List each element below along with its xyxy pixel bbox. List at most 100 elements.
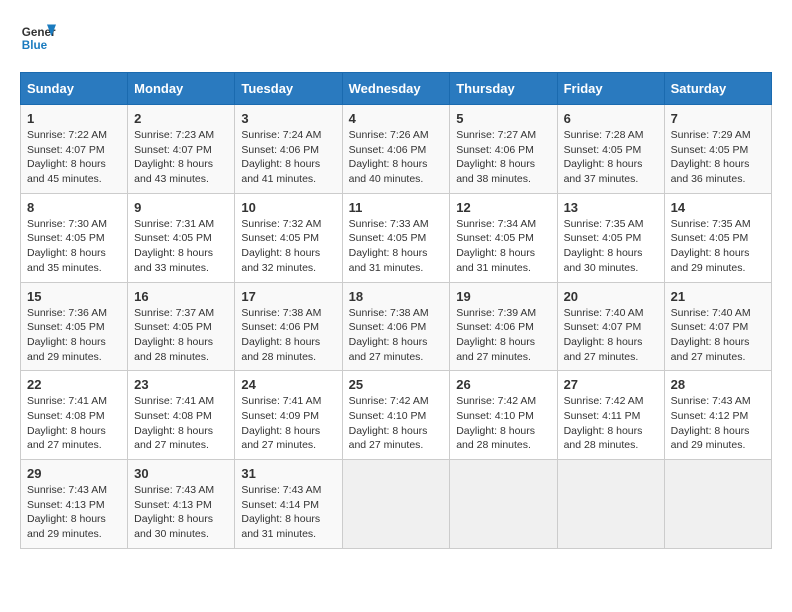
day-info: Sunrise: 7:42 AMSunset: 4:10 PMDaylight:… bbox=[349, 394, 444, 453]
header-day: Saturday bbox=[664, 73, 771, 105]
day-number: 1 bbox=[27, 111, 121, 126]
day-info: Sunrise: 7:30 AMSunset: 4:05 PMDaylight:… bbox=[27, 217, 121, 276]
calendar-day-cell: 6 Sunrise: 7:28 AMSunset: 4:05 PMDaylight… bbox=[557, 105, 664, 194]
day-number: 16 bbox=[134, 289, 228, 304]
calendar-day-cell: 9 Sunrise: 7:31 AMSunset: 4:05 PMDaylight… bbox=[128, 193, 235, 282]
calendar-day-cell: 18 Sunrise: 7:38 AMSunset: 4:06 PMDayligh… bbox=[342, 282, 450, 371]
logo-icon: General Blue bbox=[20, 20, 56, 56]
day-number: 7 bbox=[671, 111, 765, 126]
day-info: Sunrise: 7:34 AMSunset: 4:05 PMDaylight:… bbox=[456, 217, 550, 276]
day-info: Sunrise: 7:32 AMSunset: 4:05 PMDaylight:… bbox=[241, 217, 335, 276]
calendar-day-cell: 29Sunrise: 7:43 AMSunset: 4:13 PMDayligh… bbox=[21, 460, 128, 549]
day-number: 13 bbox=[564, 200, 658, 215]
calendar-day-cell: 17 Sunrise: 7:38 AMSunset: 4:06 PMDayligh… bbox=[235, 282, 342, 371]
day-info: Sunrise: 7:43 AMSunset: 4:13 PMDaylight:… bbox=[27, 483, 121, 542]
calendar-day-cell: 11Sunrise: 7:33 AMSunset: 4:05 PMDayligh… bbox=[342, 193, 450, 282]
calendar-day-cell bbox=[664, 460, 771, 549]
day-number: 23 bbox=[134, 377, 228, 392]
day-info: Sunrise: 7:43 AMSunset: 4:14 PMDaylight:… bbox=[241, 483, 335, 542]
day-number: 28 bbox=[671, 377, 765, 392]
day-info: Sunrise: 7:40 AMSunset: 4:07 PMDaylight:… bbox=[564, 306, 658, 365]
calendar-day-cell: 4 Sunrise: 7:26 AMSunset: 4:06 PMDaylight… bbox=[342, 105, 450, 194]
day-number: 17 bbox=[241, 289, 335, 304]
calendar-table: SundayMondayTuesdayWednesdayThursdayFrid… bbox=[20, 72, 772, 549]
calendar-week-row: 1Sunrise: 7:22 AMSunset: 4:07 PMDaylight… bbox=[21, 105, 772, 194]
calendar-week-row: 29Sunrise: 7:43 AMSunset: 4:13 PMDayligh… bbox=[21, 460, 772, 549]
day-number: 18 bbox=[349, 289, 444, 304]
calendar-day-cell: 13Sunrise: 7:35 AMSunset: 4:05 PMDayligh… bbox=[557, 193, 664, 282]
day-info: Sunrise: 7:38 AMSunset: 4:06 PMDaylight:… bbox=[349, 306, 444, 365]
header-day: Thursday bbox=[450, 73, 557, 105]
calendar-day-cell: 21Sunrise: 7:40 AMSunset: 4:07 PMDayligh… bbox=[664, 282, 771, 371]
day-number: 19 bbox=[456, 289, 550, 304]
day-info: Sunrise: 7:36 AMSunset: 4:05 PMDaylight:… bbox=[27, 306, 121, 365]
calendar-header: SundayMondayTuesdayWednesdayThursdayFrid… bbox=[21, 73, 772, 105]
day-number: 2 bbox=[134, 111, 228, 126]
day-info: Sunrise: 7:37 AMSunset: 4:05 PMDaylight:… bbox=[134, 306, 228, 365]
header-row: SundayMondayTuesdayWednesdayThursdayFrid… bbox=[21, 73, 772, 105]
day-number: 14 bbox=[671, 200, 765, 215]
day-info: Sunrise: 7:41 AMSunset: 4:08 PMDaylight:… bbox=[134, 394, 228, 453]
day-number: 10 bbox=[241, 200, 335, 215]
day-number: 21 bbox=[671, 289, 765, 304]
calendar-week-row: 22 Sunrise: 7:41 AMSunset: 4:08 PMDayligh… bbox=[21, 371, 772, 460]
day-number: 15 bbox=[27, 289, 121, 304]
day-info: Sunrise: 7:26 AMSunset: 4:06 PMDaylight:… bbox=[349, 128, 444, 187]
calendar-day-cell: 20Sunrise: 7:40 AMSunset: 4:07 PMDayligh… bbox=[557, 282, 664, 371]
calendar-week-row: 15 Sunrise: 7:36 AMSunset: 4:05 PMDayligh… bbox=[21, 282, 772, 371]
day-number: 8 bbox=[27, 200, 121, 215]
calendar-day-cell bbox=[450, 460, 557, 549]
day-number: 6 bbox=[564, 111, 658, 126]
day-info: Sunrise: 7:27 AMSunset: 4:06 PMDaylight:… bbox=[456, 128, 550, 187]
calendar-body: 1Sunrise: 7:22 AMSunset: 4:07 PMDaylight… bbox=[21, 105, 772, 549]
calendar-day-cell: 16 Sunrise: 7:37 AMSunset: 4:05 PMDayligh… bbox=[128, 282, 235, 371]
day-number: 11 bbox=[349, 200, 444, 215]
calendar-day-cell bbox=[557, 460, 664, 549]
calendar-day-cell: 27 Sunrise: 7:42 AMSunset: 4:11 PMDayligh… bbox=[557, 371, 664, 460]
calendar-day-cell: 30Sunrise: 7:43 AMSunset: 4:13 PMDayligh… bbox=[128, 460, 235, 549]
day-info: Sunrise: 7:24 AMSunset: 4:06 PMDaylight:… bbox=[241, 128, 335, 187]
svg-text:Blue: Blue bbox=[22, 39, 48, 52]
day-number: 25 bbox=[349, 377, 444, 392]
page-header: General Blue bbox=[20, 20, 772, 56]
day-number: 4 bbox=[349, 111, 444, 126]
calendar-day-cell: 23 Sunrise: 7:41 AMSunset: 4:08 PMDayligh… bbox=[128, 371, 235, 460]
calendar-day-cell: 22 Sunrise: 7:41 AMSunset: 4:08 PMDayligh… bbox=[21, 371, 128, 460]
calendar-day-cell: 31 Sunrise: 7:43 AMSunset: 4:14 PMDayligh… bbox=[235, 460, 342, 549]
calendar-day-cell: 25 Sunrise: 7:42 AMSunset: 4:10 PMDayligh… bbox=[342, 371, 450, 460]
calendar-day-cell: 2 Sunrise: 7:23 AMSunset: 4:07 PMDaylight… bbox=[128, 105, 235, 194]
day-info: Sunrise: 7:23 AMSunset: 4:07 PMDaylight:… bbox=[134, 128, 228, 187]
day-number: 26 bbox=[456, 377, 550, 392]
calendar-day-cell: 3Sunrise: 7:24 AMSunset: 4:06 PMDaylight… bbox=[235, 105, 342, 194]
day-info: Sunrise: 7:42 AMSunset: 4:11 PMDaylight:… bbox=[564, 394, 658, 453]
day-info: Sunrise: 7:29 AMSunset: 4:05 PMDaylight:… bbox=[671, 128, 765, 187]
day-info: Sunrise: 7:43 AMSunset: 4:12 PMDaylight:… bbox=[671, 394, 765, 453]
calendar-day-cell: 12 Sunrise: 7:34 AMSunset: 4:05 PMDayligh… bbox=[450, 193, 557, 282]
day-info: Sunrise: 7:43 AMSunset: 4:13 PMDaylight:… bbox=[134, 483, 228, 542]
calendar-day-cell: 19Sunrise: 7:39 AMSunset: 4:06 PMDayligh… bbox=[450, 282, 557, 371]
calendar-day-cell bbox=[342, 460, 450, 549]
day-info: Sunrise: 7:41 AMSunset: 4:08 PMDaylight:… bbox=[27, 394, 121, 453]
header-day: Monday bbox=[128, 73, 235, 105]
calendar-day-cell: 1Sunrise: 7:22 AMSunset: 4:07 PMDaylight… bbox=[21, 105, 128, 194]
calendar-day-cell: 28 Sunrise: 7:43 AMSunset: 4:12 PMDayligh… bbox=[664, 371, 771, 460]
day-info: Sunrise: 7:42 AMSunset: 4:10 PMDaylight:… bbox=[456, 394, 550, 453]
day-number: 9 bbox=[134, 200, 228, 215]
day-info: Sunrise: 7:31 AMSunset: 4:05 PMDaylight:… bbox=[134, 217, 228, 276]
calendar-day-cell: 10 Sunrise: 7:32 AMSunset: 4:05 PMDayligh… bbox=[235, 193, 342, 282]
calendar-week-row: 8 Sunrise: 7:30 AMSunset: 4:05 PMDaylight… bbox=[21, 193, 772, 282]
day-number: 5 bbox=[456, 111, 550, 126]
day-info: Sunrise: 7:28 AMSunset: 4:05 PMDaylight:… bbox=[564, 128, 658, 187]
day-info: Sunrise: 7:38 AMSunset: 4:06 PMDaylight:… bbox=[241, 306, 335, 365]
header-day: Sunday bbox=[21, 73, 128, 105]
day-number: 22 bbox=[27, 377, 121, 392]
header-day: Friday bbox=[557, 73, 664, 105]
logo: General Blue bbox=[20, 20, 56, 56]
day-number: 12 bbox=[456, 200, 550, 215]
day-info: Sunrise: 7:35 AMSunset: 4:05 PMDaylight:… bbox=[671, 217, 765, 276]
day-number: 27 bbox=[564, 377, 658, 392]
day-info: Sunrise: 7:41 AMSunset: 4:09 PMDaylight:… bbox=[241, 394, 335, 453]
header-day: Tuesday bbox=[235, 73, 342, 105]
day-number: 31 bbox=[241, 466, 335, 481]
calendar-day-cell: 26 Sunrise: 7:42 AMSunset: 4:10 PMDayligh… bbox=[450, 371, 557, 460]
